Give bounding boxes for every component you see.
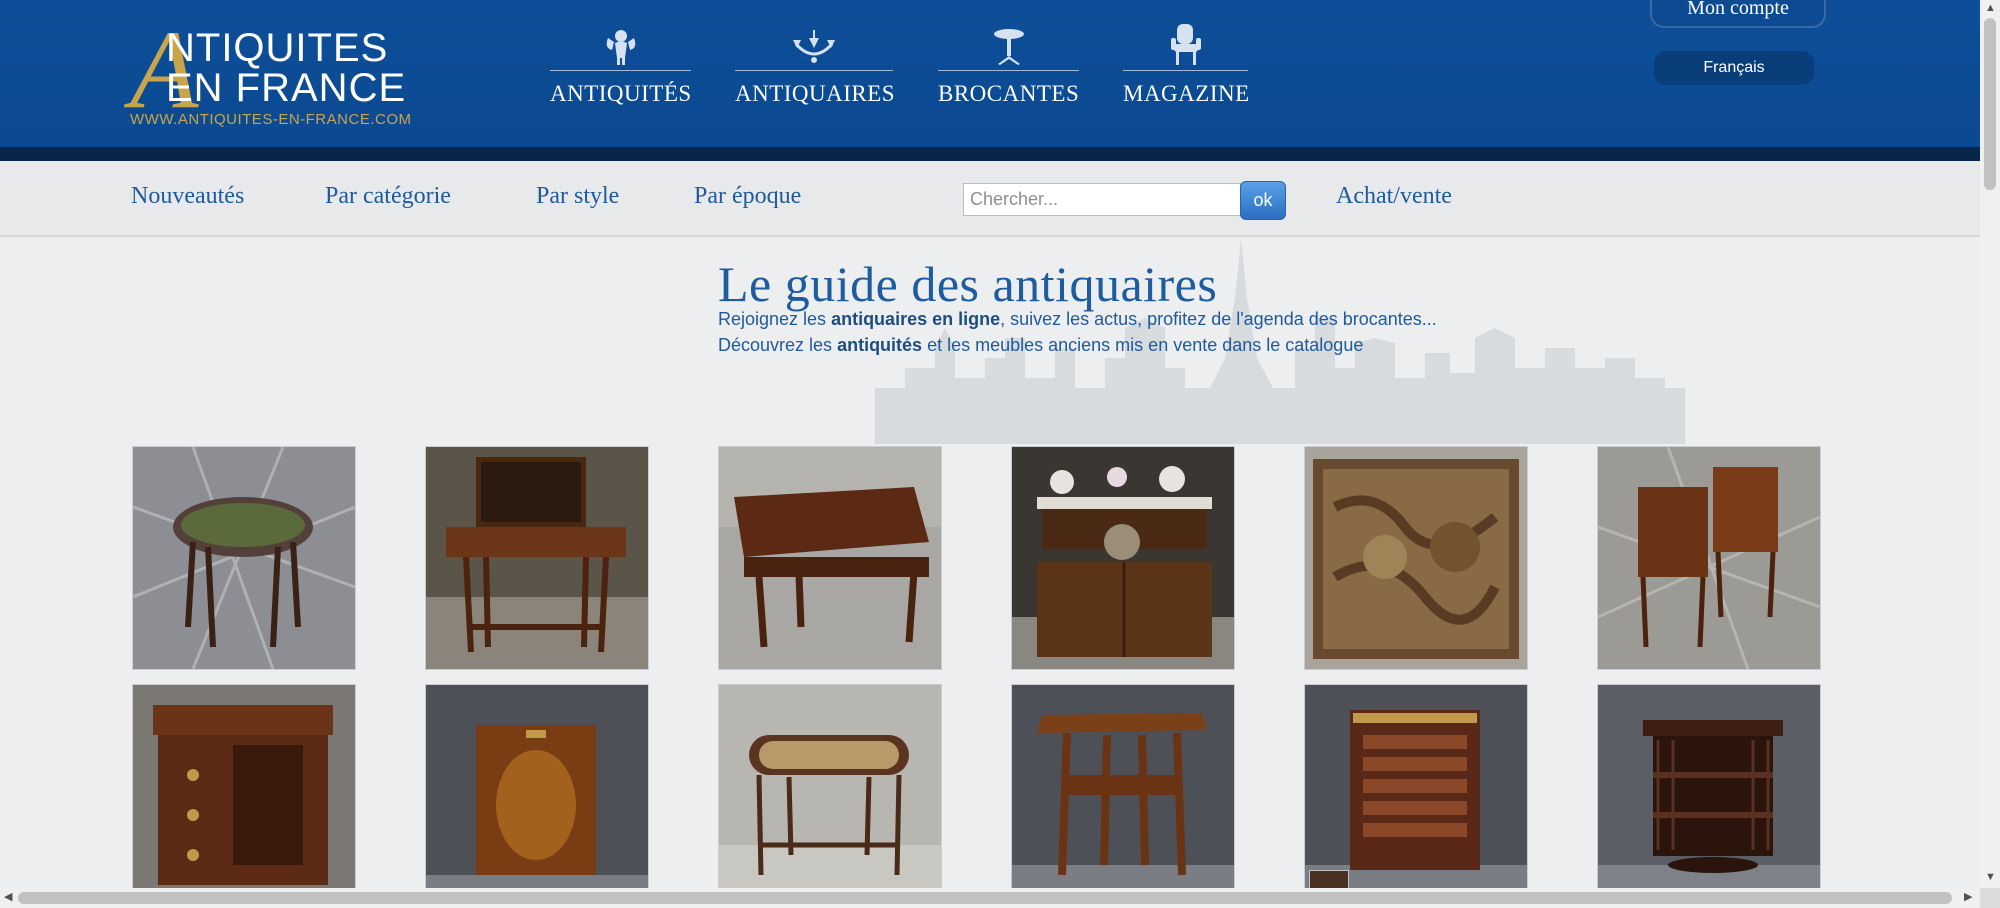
nav-label: BROCANTES — [938, 81, 1080, 106]
armchair-icon — [1123, 24, 1248, 66]
page-title: Le guide des antiquaires — [718, 256, 1218, 312]
search-input[interactable] — [963, 183, 1241, 216]
product-image — [426, 685, 648, 907]
nav-item-magazine[interactable]: MAGAZINE — [1123, 24, 1250, 107]
product-thumbnail[interactable] — [132, 684, 356, 908]
scroll-left-icon[interactable]: ◀ — [4, 892, 12, 903]
chandelier-icon — [735, 24, 893, 66]
product-thumbnail[interactable] — [425, 684, 649, 908]
product-image — [133, 685, 355, 907]
nav-item-brocantes[interactable]: BROCANTES — [938, 24, 1079, 107]
nav-item-antiquites[interactable]: ANTIQUITÉS — [550, 24, 691, 107]
product-thumbnail[interactable] — [1304, 446, 1528, 670]
search-ok-button[interactable]: ok — [1240, 181, 1286, 220]
logo-line-2: EN FRANCE — [166, 66, 407, 110]
product-thumbnail[interactable] — [1011, 684, 1235, 908]
gueridon-table-icon — [938, 24, 1079, 66]
header-divider — [0, 147, 1980, 161]
nav-item-antiquaires[interactable]: ANTIQUAIRES — [735, 24, 896, 107]
scroll-down-icon[interactable]: ▼ — [1985, 872, 1996, 883]
subnav-par-epoque[interactable]: Par époque — [694, 183, 801, 210]
product-mini-thumbnail[interactable] — [1309, 870, 1349, 890]
product-image — [1305, 447, 1527, 669]
scroll-up-icon[interactable]: ▲ — [1985, 3, 1996, 14]
product-image — [719, 447, 941, 669]
subnav-par-style[interactable]: Par style — [536, 183, 619, 210]
product-image — [133, 447, 355, 669]
product-image — [1012, 685, 1234, 907]
horizontal-scroll-thumb[interactable] — [18, 892, 1952, 904]
product-thumbnail[interactable] — [425, 446, 649, 670]
product-image — [1598, 685, 1820, 907]
my-account-button[interactable]: Mon compte — [1650, 0, 1826, 28]
sub-navigation: Nouveautés Par catégorie Par style Par é… — [0, 161, 1980, 237]
nav-label: ANTIQUITÉS — [550, 81, 692, 106]
nav-label: ANTIQUAIRES — [735, 81, 896, 106]
vertical-scroll-thumb[interactable] — [1984, 18, 1996, 190]
product-thumbnail[interactable] — [1597, 446, 1821, 670]
product-thumbnail[interactable] — [132, 446, 356, 670]
product-image — [719, 685, 941, 907]
product-image — [1598, 447, 1820, 669]
product-image — [426, 447, 648, 669]
hero-intro-line-2: Découvrez les antiquités et les meubles … — [718, 335, 1364, 355]
subnav-nouveautes[interactable]: Nouveautés — [131, 183, 244, 210]
logo-line-1: NTIQUITES — [166, 26, 389, 70]
hero-intro-line-1: Rejoignez les antiquaires en ligne, suiv… — [718, 309, 1437, 329]
product-thumbnail[interactable] — [1597, 684, 1821, 908]
site-header: A NTIQUITES EN FRANCE WWW.ANTIQUITES-EN-… — [0, 0, 1980, 147]
product-image — [1012, 447, 1234, 669]
subnav-par-categorie[interactable]: Par catégorie — [325, 183, 451, 210]
logo-url: WWW.ANTIQUITES-EN-FRANCE.COM — [130, 111, 412, 128]
subnav-achat-vente[interactable]: Achat/vente — [1336, 183, 1452, 210]
language-selector[interactable]: Français — [1654, 51, 1814, 85]
link-antiquites[interactable]: antiquités — [837, 335, 922, 355]
product-thumbnail[interactable] — [718, 684, 942, 908]
site-logo[interactable]: A NTIQUITES EN FRANCE WWW.ANTIQUITES-EN-… — [130, 14, 440, 134]
cherub-icon — [550, 24, 691, 66]
horizontal-scrollbar[interactable]: ◀ ▶ — [0, 888, 1980, 908]
scroll-right-icon[interactable]: ▶ — [1964, 892, 1972, 903]
product-thumbnail[interactable] — [718, 446, 942, 670]
nav-label: MAGAZINE — [1123, 81, 1250, 106]
link-antiquaires-en-ligne[interactable]: antiquaires en ligne — [831, 309, 1000, 329]
vertical-scrollbar[interactable]: ▲ ▼ — [1980, 0, 2000, 888]
scrollbar-corner — [1980, 888, 2000, 908]
product-thumbnail[interactable] — [1011, 446, 1235, 670]
